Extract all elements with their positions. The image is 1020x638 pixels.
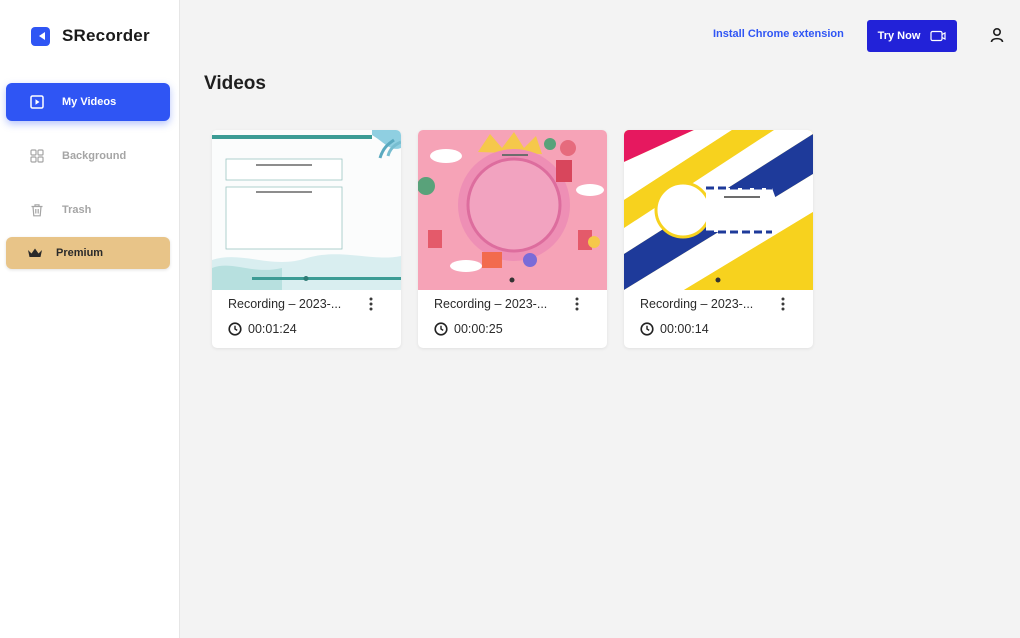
sidebar-item-my-videos[interactable]: My Videos [6, 83, 170, 121]
crown-icon [28, 248, 42, 257]
video-duration: 00:01:24 [228, 322, 297, 336]
more-options-icon[interactable] [573, 296, 581, 312]
page-title: Videos [204, 73, 266, 94]
video-thumbnail[interactable] [212, 130, 401, 290]
brand[interactable]: SRecorder [31, 26, 150, 46]
camera-icon [930, 30, 946, 42]
video-card[interactable]: Recording – 2023-... 00:00:14 [624, 130, 813, 348]
video-thumbnail[interactable] [418, 130, 607, 290]
sidebar-item-trash[interactable]: Trash [6, 191, 170, 229]
play-square-icon [30, 95, 44, 109]
sidebar-item-label: My Videos [62, 96, 117, 108]
thumbnail-art-3 [624, 130, 813, 290]
video-card[interactable]: Recording – 2023-... 00:00:25 [418, 130, 607, 348]
clock-icon [640, 322, 654, 336]
grid-icon [30, 149, 44, 163]
duration-text: 00:00:25 [454, 322, 503, 336]
sidebar-item-label: Background [62, 150, 127, 162]
video-title: Recording – 2023-... [228, 297, 342, 311]
sidebar-item-label: Trash [62, 204, 92, 216]
video-duration: 00:00:25 [434, 322, 503, 336]
trash-icon [31, 204, 43, 217]
try-now-button[interactable]: Try Now [867, 20, 957, 52]
thumbnail-art-2 [418, 132, 604, 283]
app-name: SRecorder [62, 26, 150, 45]
more-options-icon[interactable] [779, 296, 787, 312]
duration-text: 00:00:14 [660, 322, 709, 336]
thumbnail-art-1 [212, 130, 401, 290]
sidebar: SRecorder My Videos Background Trash Pre… [0, 0, 180, 638]
video-title: Recording – 2023-... [434, 297, 548, 311]
app-logo-icon [31, 26, 50, 46]
sidebar-item-premium[interactable]: Premium [6, 237, 170, 269]
try-now-label: Try Now [877, 30, 921, 42]
video-title: Recording – 2023-... [640, 297, 754, 311]
user-icon[interactable] [989, 27, 1005, 43]
clock-icon [228, 322, 242, 336]
duration-text: 00:01:24 [248, 322, 297, 336]
clock-icon [434, 322, 448, 336]
sidebar-item-label: Premium [56, 247, 104, 259]
video-card[interactable]: Recording – 2023-... 00:01:24 [212, 130, 401, 348]
video-duration: 00:00:14 [640, 322, 709, 336]
video-thumbnail[interactable] [624, 130, 813, 290]
install-extension-link[interactable]: Install Chrome extension [713, 28, 844, 40]
more-options-icon[interactable] [367, 296, 375, 312]
sidebar-item-background[interactable]: Background [6, 137, 170, 175]
